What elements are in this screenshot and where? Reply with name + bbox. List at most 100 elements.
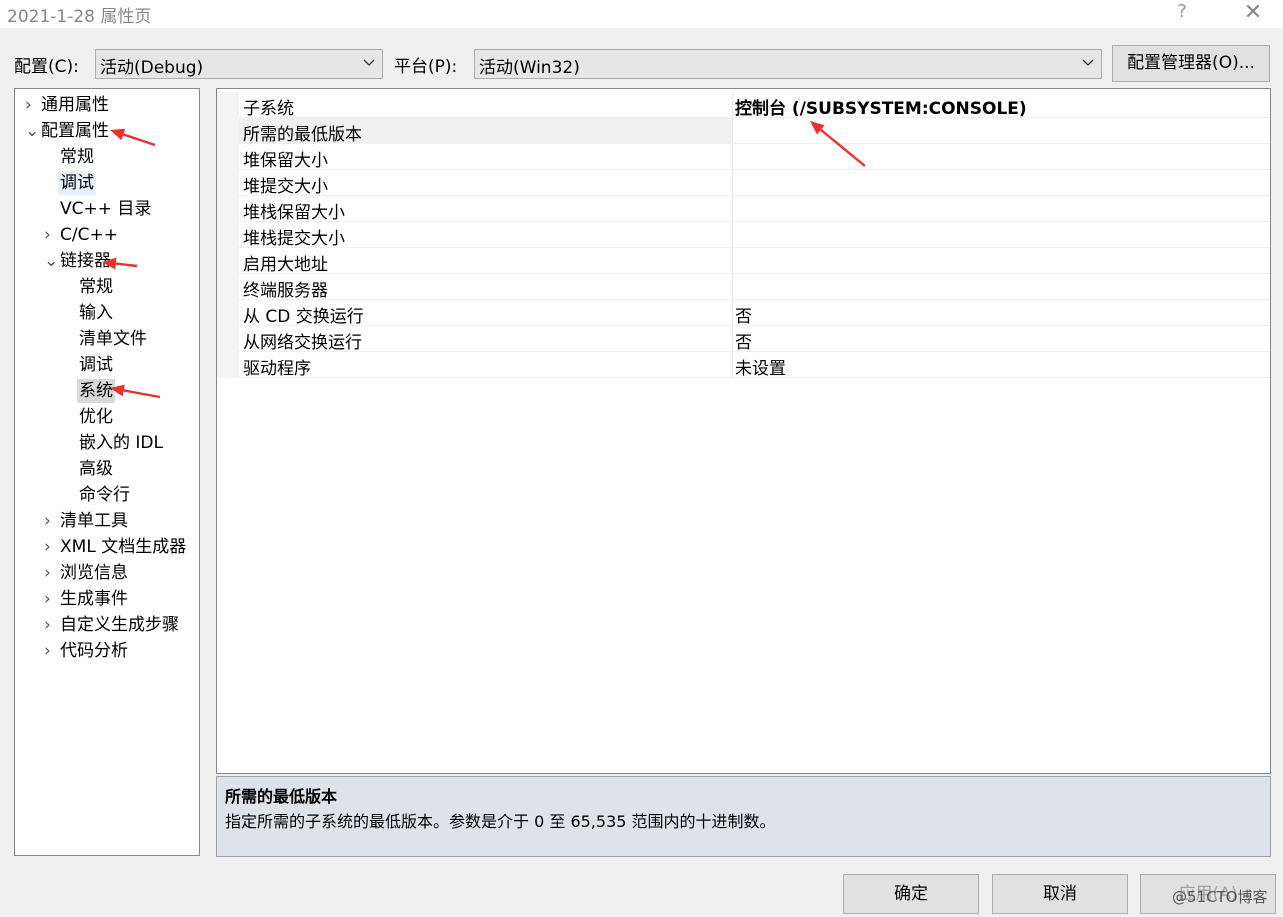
property-tree: › 通用属性 ⌄ 配置属性 常规 调试 VC++ 目录 › C/C++ ⌄ 链接器 常规 输入 清单文件调… [14,88,200,856]
property-name: 堆栈保留大小 [243,203,345,223]
tree-item[interactable]: › 清单工具 [44,509,204,533]
column-divider [732,352,733,378]
tree-item[interactable]: 调试 [79,353,239,377]
property-row[interactable]: 堆栈保留大小 [217,196,1270,223]
property-name: 子系统 [243,99,294,119]
tree-item[interactable]: ⌄ 配置属性 [25,119,185,143]
column-divider [732,144,733,170]
tree-item-label: 常规 [79,277,113,297]
property-row[interactable]: 从网络交换运行 否 [217,326,1270,353]
row-margin [217,248,239,274]
tree-item[interactable]: 调试 [58,171,220,195]
property-name: 堆保留大小 [243,151,328,171]
chevron-right-icon[interactable]: › [44,639,56,663]
row-margin [217,300,239,326]
chevron-right-icon[interactable]: › [44,561,56,585]
chevron-right-icon[interactable]: › [44,613,56,637]
description-title: 所需的最低版本 [225,787,338,806]
ok-button[interactable]: 确定 [843,874,979,914]
property-value[interactable]: 否 [735,328,752,353]
config-manager-button[interactable]: 配置管理器(O)... [1112,45,1270,82]
tree-item[interactable]: VC++ 目录 [60,197,220,221]
column-divider [732,248,733,274]
tree-item-label: 输入 [79,303,113,323]
tree-item[interactable]: › XML 文档生成器 [44,535,204,559]
tree-item-label: 通用属性 [41,95,109,115]
tree-item-label: 生成事件 [60,589,128,609]
tree-item-label: VC++ 目录 [60,199,152,219]
tree-item[interactable]: 输入 [79,301,239,325]
tree-item[interactable]: 命令行 [79,483,239,507]
tree-item[interactable]: 清单文件 [79,327,239,351]
row-margin [217,170,239,196]
tree-item-label: 常规 [60,147,94,167]
tree-item[interactable]: 常规 [60,145,220,169]
tree-item[interactable]: 嵌入的 IDL [79,431,239,455]
config-value: 活动(Debug) [100,58,204,78]
tree-item[interactable]: › 生成事件 [44,587,204,611]
property-name: 堆提交大小 [243,177,328,197]
chevron-right-icon[interactable]: › [25,93,37,117]
column-divider [732,118,733,144]
property-grid: 子系统 控制台 (/SUBSYSTEM:CONSOLE) 所需的最低版本堆保留大小堆… [216,88,1271,774]
chevron-down-icon[interactable]: ⌄ [44,249,58,273]
column-divider [732,222,733,248]
chevron-down-icon[interactable]: ⌄ [25,119,39,143]
row-margin [217,222,239,248]
tree-item-label: XML 文档生成器 [60,537,187,557]
tree-item[interactable]: 优化 [79,405,239,429]
column-divider [732,274,733,300]
tree-item[interactable]: › 代码分析 [44,639,204,663]
help-icon[interactable]: ? [1170,1,1194,25]
property-name: 驱动程序 [243,359,311,379]
property-name: 从 CD 交换运行 [243,307,364,327]
tree-item[interactable]: › 浏览信息 [44,561,204,585]
platform-label: 平台(P): [394,57,458,77]
config-dropdown[interactable]: 活动(Debug) [95,49,383,79]
property-value[interactable]: 未设置 [735,354,786,379]
tree-item-label: 清单文件 [79,329,147,349]
chevron-right-icon[interactable]: › [44,509,56,533]
window-title: 2021-1-28 属性页 [7,7,152,27]
chevron-right-icon[interactable]: › [44,535,56,559]
property-row[interactable]: 终端服务器 [217,274,1270,301]
tree-item[interactable]: › 自定义生成步骤 [44,613,204,637]
description-text: 指定所需的子系统的最低版本。参数是介于 0 至 65,535 范围内的十进制数。 [225,812,776,831]
column-divider [732,170,733,196]
tree-item-label: 优化 [79,407,113,427]
property-row[interactable]: 堆提交大小 [217,170,1270,197]
tree-item[interactable]: 系统 [77,379,239,403]
tree-item[interactable]: › 通用属性 [25,93,185,117]
property-row[interactable]: 堆保留大小 [217,144,1270,171]
description-panel: 所需的最低版本 指定所需的子系统的最低版本。参数是介于 0 至 65,535 范… [216,776,1271,857]
property-row[interactable]: 驱动程序 未设置 [217,352,1270,379]
column-divider [732,326,733,352]
tree-item-label: 代码分析 [60,641,128,661]
platform-dropdown[interactable]: 活动(Win32) [474,49,1102,79]
tree-item-label: 浏览信息 [60,563,128,583]
tree-item-label: 链接器 [60,251,111,271]
column-divider [732,300,733,326]
chevron-right-icon[interactable]: › [44,587,56,611]
tree-item[interactable]: ⌄ 链接器 [44,249,204,273]
tree-item[interactable]: › C/C++ [44,223,204,247]
cancel-button[interactable]: 取消 [992,874,1128,914]
tree-item[interactable]: 高级 [79,457,239,481]
tree-item-label: 高级 [79,459,113,479]
close-icon[interactable]: ✕ [1240,0,1266,26]
tree-item-label: 命令行 [79,485,130,505]
tree-item-label: 系统 [77,379,115,403]
row-margin [217,352,239,378]
tree-item-label: 调试 [79,355,113,375]
property-row[interactable]: 所需的最低版本 [217,118,1270,145]
property-value[interactable]: 控制台 (/SUBSYSTEM:CONSOLE) [735,94,1027,119]
chevron-down-icon [363,59,375,66]
chevron-right-icon[interactable]: › [44,223,56,247]
tree-item[interactable]: 常规 [79,275,239,299]
property-row[interactable]: 堆栈提交大小 [217,222,1270,249]
property-row[interactable]: 子系统 控制台 (/SUBSYSTEM:CONSOLE) [217,92,1270,119]
property-value[interactable]: 否 [735,302,752,327]
property-row[interactable]: 启用大地址 [217,248,1270,275]
tree-item-label: 清单工具 [60,511,128,531]
property-row[interactable]: 从 CD 交换运行 否 [217,300,1270,327]
